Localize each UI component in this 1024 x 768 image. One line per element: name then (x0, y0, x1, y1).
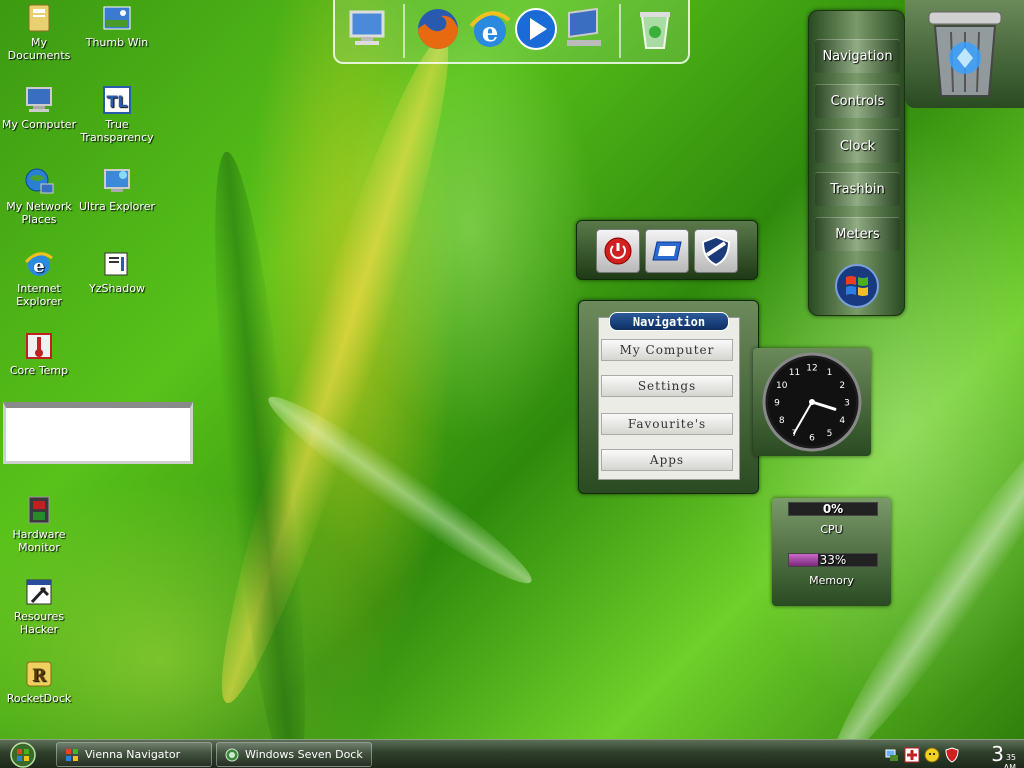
desktop-icon-resoures-hacker[interactable]: Resoures Hacker (0, 576, 78, 636)
desktop-icon-internet-explorer[interactable]: e Internet Explorer (0, 248, 78, 308)
side-menu-clock[interactable]: Clock (815, 129, 900, 163)
desktop-icon-core-temp[interactable]: Core Temp (0, 330, 78, 377)
side-menu: Navigation Controls Clock Trashbin Meter… (808, 10, 905, 316)
ultra-explorer-icon (104, 169, 130, 192)
side-menu-navigation[interactable]: Navigation (815, 39, 900, 73)
desktop-icon-ultra-explorer[interactable]: Ultra Explorer (78, 166, 156, 213)
controls-widget (576, 220, 758, 280)
clock-number: 2 (839, 381, 845, 391)
nav-button-favourites[interactable]: Favourite's (601, 413, 733, 435)
desktop-icon-my-documents[interactable]: My Documents (0, 2, 78, 62)
thumb-win-icon (103, 6, 131, 30)
memory-value: 33% (819, 553, 847, 567)
clock-number: 12 (806, 364, 817, 374)
trash-can-icon (928, 11, 1002, 97)
clock-number: 9 (774, 399, 780, 409)
windows-orb-icon[interactable] (834, 263, 880, 309)
dock-separator (403, 4, 405, 58)
task-label: Vienna Navigator (85, 748, 181, 761)
thermometer-icon (26, 333, 52, 359)
side-menu-meters[interactable]: Meters (815, 217, 900, 251)
analog-clock: 121234567891011 (762, 352, 862, 452)
internet-explorer-icon[interactable]: e (467, 6, 513, 52)
desktop-icon-thumb-win[interactable]: Thumb Win (78, 2, 156, 49)
dock-app-icon (225, 748, 239, 761)
clock-widget[interactable]: 121234567891011 (753, 348, 871, 456)
navigation-title: Navigation (609, 312, 729, 331)
logoff-button[interactable] (645, 229, 689, 273)
clock-number: 1 (827, 368, 833, 378)
logoff-icon (652, 241, 682, 261)
hardware-monitor-icon (28, 496, 50, 524)
svg-text:TL: TL (106, 92, 127, 111)
desktop-icon-my-network-places[interactable]: My Network Places (0, 166, 78, 226)
wallpaper-grass-blade (193, 26, 477, 714)
network-globe-icon (25, 168, 54, 194)
wallpaper-grass-blade (196, 148, 324, 768)
start-orb-icon[interactable] (8, 741, 38, 768)
nav-button-apps[interactable]: Apps (601, 449, 733, 471)
clock-number: 8 (779, 416, 785, 426)
clock-number: 6 (809, 434, 815, 444)
clock-hour: 3 (991, 742, 1004, 766)
internet-explorer-icon: e (24, 252, 53, 277)
network-tray-icon[interactable] (884, 747, 900, 763)
shield-tray-icon[interactable] (944, 747, 960, 763)
trashbin-widget[interactable] (905, 0, 1024, 108)
clock-number: 5 (827, 429, 833, 439)
cpu-label: CPU (820, 523, 843, 536)
power-button[interactable] (596, 229, 640, 273)
lock-button[interactable] (694, 229, 738, 273)
navigation-widget: Navigation My Computer Settings Favourit… (578, 300, 759, 494)
meters-widget: 0% CPU 33% Memory (772, 498, 891, 606)
nav-button-my-computer[interactable]: My Computer (601, 339, 733, 361)
firefox-icon[interactable] (415, 6, 461, 52)
clock-number: 10 (776, 381, 788, 391)
windows-flag-icon (66, 748, 78, 761)
memory-meter-bar: 33% (788, 553, 878, 567)
security-center-icon[interactable] (904, 747, 920, 763)
yzshadow-icon (104, 252, 128, 276)
power-icon (604, 237, 632, 265)
messenger-tray-icon[interactable] (924, 747, 940, 763)
taskbar-button-vienna-navigator[interactable]: Vienna Navigator (56, 742, 212, 767)
svg-text:R: R (32, 666, 47, 686)
clock-number: 11 (789, 368, 800, 378)
recycle-bin-icon[interactable] (632, 6, 678, 52)
svg-text:e: e (482, 18, 499, 48)
clock-number: 4 (839, 416, 845, 426)
true-transparency-icon: TL (103, 86, 131, 114)
taskbar: Vienna Navigator Windows Seven Dock 3 35… (0, 739, 1024, 768)
side-menu-trashbin[interactable]: Trashbin (815, 172, 900, 206)
side-menu-controls[interactable]: Controls (815, 84, 900, 118)
desktop-icon-my-computer[interactable]: My Computer (0, 84, 78, 131)
nav-button-settings[interactable]: Settings (601, 375, 733, 397)
taskbar-button-windows-seven-dock[interactable]: Windows Seven Dock (216, 742, 372, 767)
desktop-icon-yzshadow[interactable]: YzShadow (78, 248, 156, 295)
wallpaper-grass-blade (257, 381, 543, 599)
media-player-icon[interactable] (513, 6, 559, 52)
shield-icon (701, 235, 731, 267)
dock-separator (619, 4, 621, 58)
resource-hacker-icon (26, 579, 52, 605)
top-dock: e (333, 0, 690, 64)
computer-icon (26, 87, 52, 112)
clock-number: 3 (844, 399, 850, 409)
memory-label: Memory (809, 574, 854, 587)
folder-documents-icon (28, 4, 50, 32)
desktop-icon-true-transparency[interactable]: TL True Transparency (78, 84, 156, 144)
display-properties-icon[interactable] (561, 6, 607, 52)
taskbar-clock[interactable]: 3 35 AM (991, 740, 1016, 768)
my-computer-icon[interactable] (345, 6, 391, 52)
desktop-icon-hardware-monitor[interactable]: Hardware Monitor (0, 494, 78, 554)
task-label: Windows Seven Dock (245, 748, 363, 761)
desktop-icon-rocketdock[interactable]: R RocketDock (0, 658, 78, 705)
svg-text:e: e (33, 256, 44, 277)
cpu-value: 0% (822, 502, 844, 516)
cpu-meter-bar: 0% (788, 502, 878, 516)
clock-ampm: AM (1003, 763, 1016, 768)
rocketdock-icon: R (26, 661, 52, 687)
partial-window[interactable] (3, 402, 193, 464)
